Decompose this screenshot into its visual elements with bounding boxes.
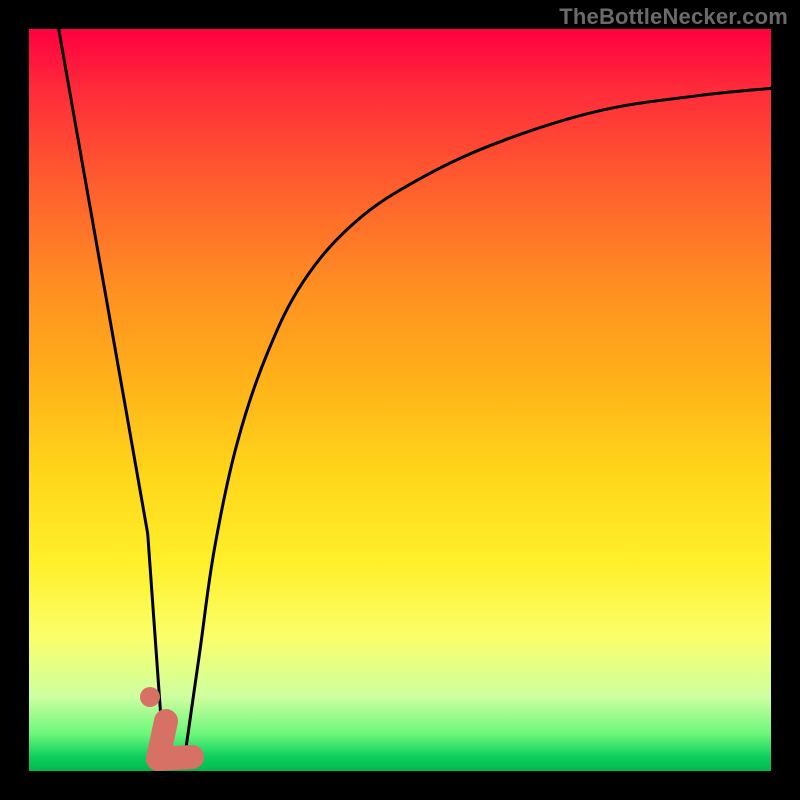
plot-area <box>29 29 771 771</box>
watermark-text: TheBottleNecker.com <box>559 4 788 30</box>
chart-frame: TheBottleNecker.com <box>0 0 800 800</box>
curve-left-branch <box>59 29 163 741</box>
curve-right-branch <box>185 88 771 756</box>
optimal-marker-dot <box>140 687 160 707</box>
chart-svg <box>29 29 771 771</box>
